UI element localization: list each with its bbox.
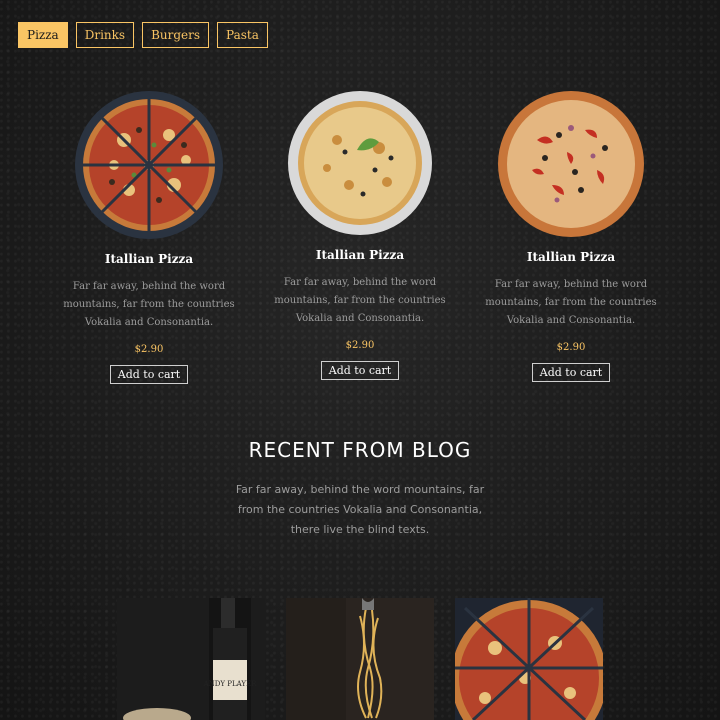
category-tabs: Pizza Drinks Burgers Pasta (18, 22, 268, 48)
product-description: Far far away, behind the word mountains,… (485, 279, 657, 326)
cheese-pizza-image (288, 91, 432, 235)
tab-pasta[interactable]: Pasta (217, 22, 268, 48)
add-to-cart-button[interactable]: Add to cart (320, 361, 400, 380)
product-title: Itallian Pizza (526, 250, 616, 264)
blog-card-image[interactable] (286, 598, 434, 720)
product-card: Itallian Pizza Far far away, behind the … (481, 90, 661, 382)
blog-card-image[interactable]: ANDY PLAYER (117, 598, 265, 720)
pizza-blog-image (455, 598, 603, 720)
bottle-image: ANDY PLAYER (117, 598, 265, 720)
pasta-image (286, 598, 434, 720)
bottle-label-text: ANDY PLAYER (203, 680, 257, 688)
blog-subtitle: Far far away, behind the word mountains,… (235, 483, 485, 536)
tab-drinks[interactable]: Drinks (75, 22, 135, 48)
product-description: Far far away, behind the word mountains,… (274, 277, 446, 324)
product-card: Itallian Pizza Far far away, behind the … (270, 90, 450, 380)
sliced-pizza-image (75, 91, 223, 239)
product-price: $2.90 (556, 342, 586, 353)
product-price: $2.90 (345, 340, 375, 351)
tab-pizza[interactable]: Pizza (18, 22, 68, 48)
tab-burgers[interactable]: Burgers (142, 22, 210, 48)
blog-heading: RECENT FROM BLOG (248, 438, 472, 462)
product-price: $2.90 (134, 344, 164, 355)
blog-card-image[interactable] (455, 598, 603, 720)
pepper-pizza-image (498, 91, 644, 237)
product-title: Itallian Pizza (315, 248, 405, 262)
product-card: Itallian Pizza Far far away, behind the … (59, 90, 239, 384)
add-to-cart-button[interactable]: Add to cart (531, 363, 611, 382)
add-to-cart-button[interactable]: Add to cart (109, 365, 189, 384)
product-description: Far far away, behind the word mountains,… (63, 281, 235, 328)
product-title: Itallian Pizza (104, 252, 194, 266)
